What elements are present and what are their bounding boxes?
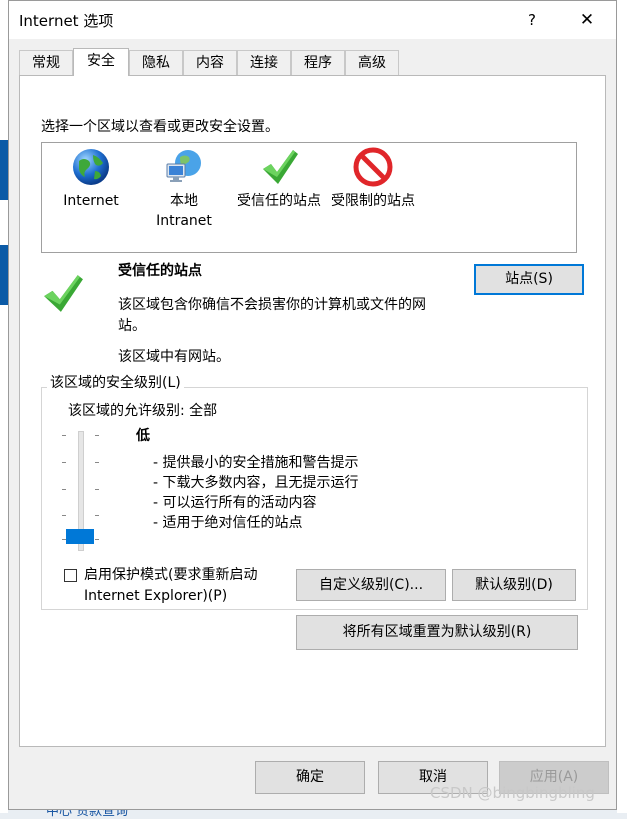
- selected-zone-status: 该区域中有网站。: [118, 349, 230, 365]
- sites-button[interactable]: 站点(S): [474, 264, 584, 295]
- tab-content[interactable]: 内容: [183, 50, 237, 75]
- tab-general[interactable]: 常规: [19, 50, 73, 75]
- tab-programs[interactable]: 程序: [291, 50, 345, 75]
- zone-label: 本地 Intranet: [156, 193, 212, 229]
- protected-mode-checkbox[interactable]: [64, 569, 77, 582]
- network-icon: [166, 150, 201, 182]
- slider-tick: [62, 435, 66, 436]
- security-level-slider[interactable]: [61, 431, 106, 551]
- background-page-left: [0, 0, 8, 813]
- security-level-group-label: 该区域的安全级别(L): [47, 372, 184, 392]
- slider-tick: [62, 515, 66, 516]
- selected-zone-description: 该区域包含你确信不会损害你的计算机或文件的网 站。: [118, 297, 426, 334]
- bullet-item: - 可以运行所有的活动内容: [153, 495, 317, 511]
- zone-label: 受信任的站点: [237, 193, 321, 209]
- slider-tick: [95, 539, 99, 540]
- zone-label: Internet: [63, 193, 119, 209]
- background-page-right: [617, 0, 627, 813]
- tab-connections[interactable]: 连接: [237, 50, 291, 75]
- slider-tick: [95, 462, 99, 463]
- allowed-level-text: 该区域的允许级别: 全部: [68, 403, 218, 419]
- zone-label: 受限制的站点: [331, 193, 415, 209]
- slider-tick: [62, 462, 66, 463]
- close-button[interactable]: ✕: [569, 7, 605, 33]
- watermark: CSDN @bingbingbling: [430, 784, 595, 802]
- slider-thumb[interactable]: [66, 529, 94, 544]
- zone-restricted-sites[interactable]: 受限制的站点: [326, 147, 420, 211]
- trusted-sites-checkmark-icon: [44, 275, 83, 312]
- tab-privacy[interactable]: 隐私: [129, 50, 183, 75]
- zone-trusted-sites[interactable]: 受信任的站点: [232, 147, 326, 211]
- reset-all-zones-button[interactable]: 将所有区域重置为默认级别(R): [296, 615, 578, 650]
- title-bar: Internet 选项 ? ✕: [9, 1, 616, 39]
- globe-icon: [73, 149, 109, 185]
- protected-mode-label[interactable]: 启用保护模式(要求重新启动 Internet Explorer)(P): [84, 565, 257, 607]
- zone-instruction: 选择一个区域以查看或更改安全设置。: [41, 119, 279, 135]
- zone-internet[interactable]: Internet: [56, 147, 126, 211]
- custom-level-button[interactable]: 自定义级别(C)...: [296, 569, 446, 601]
- slider-tick: [95, 515, 99, 516]
- security-level-name: 低: [136, 428, 150, 444]
- ok-button[interactable]: 确定: [255, 761, 365, 794]
- security-level-bullets: - 提供最小的安全措施和警告提示 - 下载大多数内容，且无提示运行 - 可以运行…: [153, 453, 359, 533]
- help-button[interactable]: ?: [514, 7, 550, 33]
- slider-tick: [95, 435, 99, 436]
- slider-tick: [95, 489, 99, 490]
- bullet-item: - 适用于绝对信任的站点: [153, 515, 303, 531]
- bullet-item: - 下载大多数内容，且无提示运行: [153, 475, 359, 491]
- checkmark-icon: [263, 150, 298, 184]
- security-panel: 选择一个区域以查看或更改安全设置。 Internet 本地 Intranet 受…: [19, 75, 606, 747]
- internet-options-dialog: Internet 选项 ? ✕ 常规 安全 隐私 内容 连接 程序 高级 选择一…: [8, 0, 617, 810]
- tab-advanced[interactable]: 高级: [345, 50, 399, 75]
- background-banner: [0, 245, 8, 305]
- zone-local-intranet[interactable]: 本地 Intranet: [146, 147, 222, 231]
- selected-zone-title: 受信任的站点: [118, 263, 202, 279]
- slider-tick: [62, 489, 66, 490]
- default-level-button[interactable]: 默认级别(D): [452, 569, 576, 601]
- bullet-item: - 提供最小的安全措施和警告提示: [153, 455, 359, 471]
- restricted-icon: [353, 147, 393, 187]
- tab-security[interactable]: 安全: [73, 48, 129, 76]
- window-title: Internet 选项: [19, 12, 114, 30]
- zone-list: Internet 本地 Intranet 受信任的站点 受限制的站点: [41, 142, 577, 253]
- background-banner: [0, 140, 8, 200]
